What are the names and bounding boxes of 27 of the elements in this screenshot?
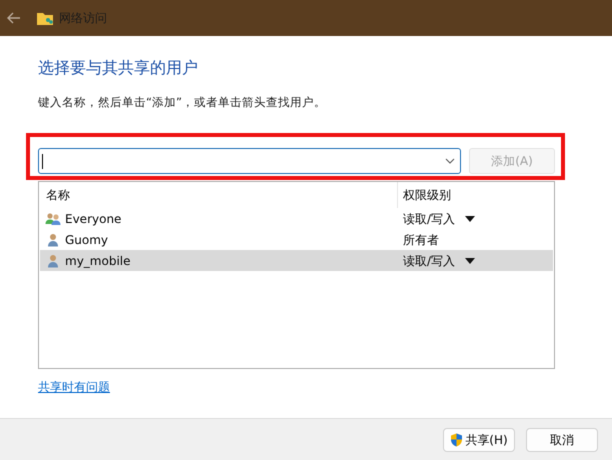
folder-icon — [36, 10, 54, 26]
user-name: Guomy — [65, 232, 108, 249]
user-name: my_mobile — [65, 252, 130, 270]
dropdown-arrow-icon[interactable] — [465, 216, 476, 222]
dialog-heading: 选择要与其共享的用户 — [38, 57, 199, 79]
user-icon — [47, 232, 59, 247]
dialog-button[interactable]: 取消 — [526, 428, 598, 452]
chevron-down-icon[interactable] — [445, 158, 455, 164]
permission-level: 所有者 — [403, 232, 439, 249]
users-icon — [45, 212, 61, 226]
text-cursor — [42, 154, 43, 169]
dialog-button[interactable]: 共享(H) — [443, 428, 515, 452]
user-row[interactable]: Guomy 所有者 — [40, 229, 553, 250]
window-title: 网络访问 — [59, 10, 107, 27]
permission-level: 读取/写入 — [403, 252, 456, 270]
instruction-text: 键入名称，然后单击“添加”，或者单击箭头查找用户。 — [38, 94, 327, 111]
user-name: Everyone — [65, 210, 122, 228]
user-row[interactable]: my_mobile 读取/写入 — [40, 250, 553, 272]
user-name-combobox[interactable] — [38, 148, 461, 174]
column-header[interactable]: 权限级别 — [397, 182, 554, 208]
dropdown-arrow-icon[interactable] — [465, 258, 476, 264]
column-header[interactable]: 名称 — [39, 186, 397, 204]
back-icon[interactable] — [7, 12, 21, 24]
permission-level: 读取/写入 — [403, 210, 456, 228]
user-icon — [47, 254, 59, 268]
user-row[interactable]: Everyone 读取/写入 — [40, 208, 553, 230]
help-link[interactable]: 共享时有问题 — [38, 378, 110, 396]
